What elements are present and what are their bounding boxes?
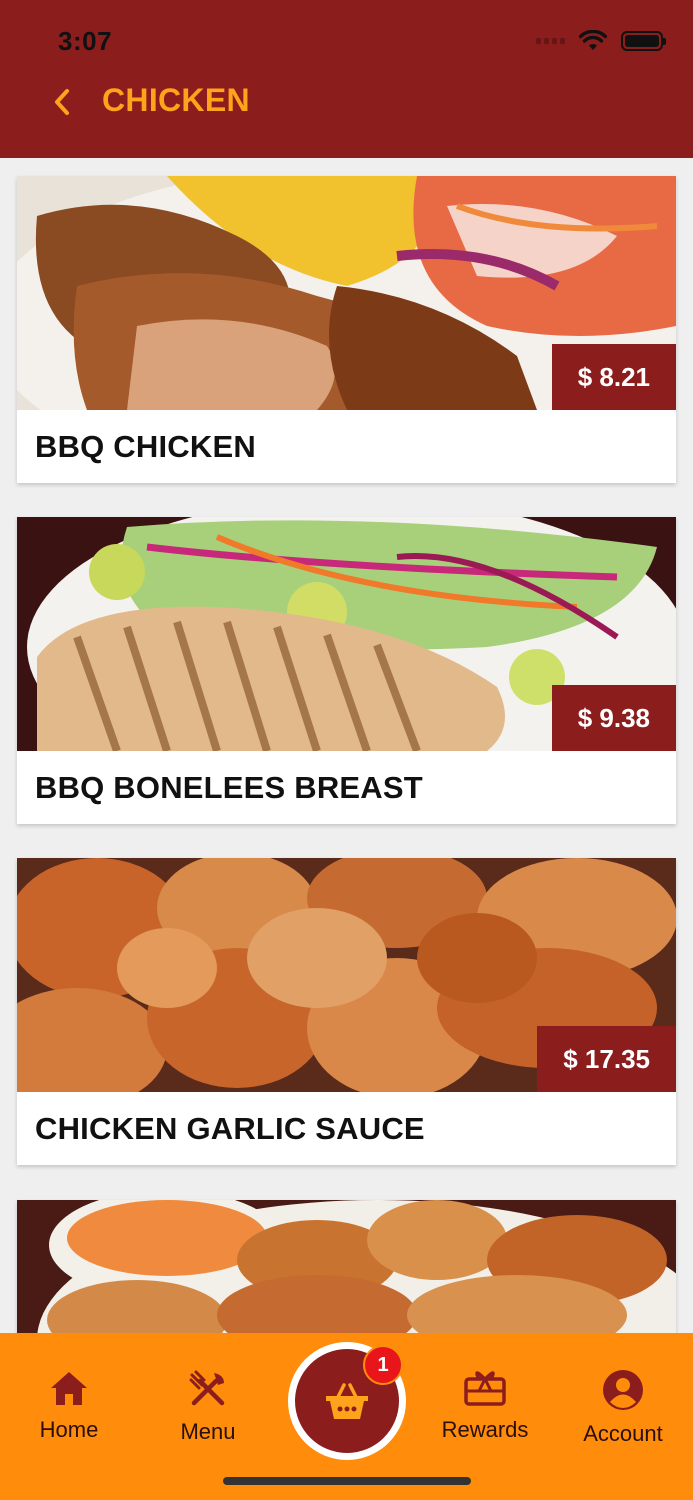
menu-item-card[interactable]: $ 17.35 CHICKEN GARLIC SAUCE [17,858,676,1165]
price-badge: $ 8.21 [551,344,676,410]
wifi-icon [579,30,607,50]
bottom-tab-bar: Home Menu 1 Rewards Account [0,1333,693,1500]
tab-home-label: Home [39,1417,99,1442]
menu-item-card[interactable]: $ 9.38 BBQ BONELEES BREAST [17,517,676,824]
menu-item-name: BBQ BONELEES BREAST [35,769,423,805]
price-badge: $ 9.38 [551,685,676,751]
chevron-left-icon [55,89,69,115]
page-title: CHICKEN [102,82,250,118]
menu-item-card[interactable] [17,1200,676,1333]
home-indicator [223,1477,471,1485]
cellular-signal-icon [536,38,565,44]
price-badge: $ 17.35 [537,1026,676,1092]
cart-count-badge: 1 [363,1345,403,1385]
gift-card-icon [464,1371,506,1406]
tab-rewards-label: Rewards [441,1417,529,1442]
tab-rewards[interactable]: Rewards [425,1369,545,1443]
app-header: 3:07 CHICKEN [0,0,693,158]
menu-list[interactable]: $ 8.21 BBQ CHICKEN $ 9.38 BBQ BONELEES B… [0,158,693,1333]
tab-account-label: Account [583,1421,663,1446]
status-time: 3:07 [58,26,113,56]
basket-icon [326,1383,368,1419]
tab-account[interactable]: Account [563,1369,683,1447]
battery-icon [621,31,666,51]
home-icon [51,1372,87,1405]
menu-item-name: CHICKEN GARLIC SAUCE [35,1110,425,1146]
account-icon [603,1370,643,1410]
food-image: $ 9.38 [17,517,676,751]
tab-home[interactable]: Home [9,1369,129,1443]
menu-item-card[interactable]: $ 8.21 BBQ CHICKEN [17,176,676,483]
food-image: $ 17.35 [17,858,676,1092]
tab-menu-label: Menu [180,1419,236,1444]
food-image: $ 8.21 [17,176,676,410]
status-icons [536,30,666,52]
menu-item-name: BBQ CHICKEN [35,428,256,464]
food-image [17,1200,676,1333]
utensils-icon [189,1370,225,1406]
back-button[interactable] [44,84,80,120]
tab-menu[interactable]: Menu [148,1369,268,1445]
